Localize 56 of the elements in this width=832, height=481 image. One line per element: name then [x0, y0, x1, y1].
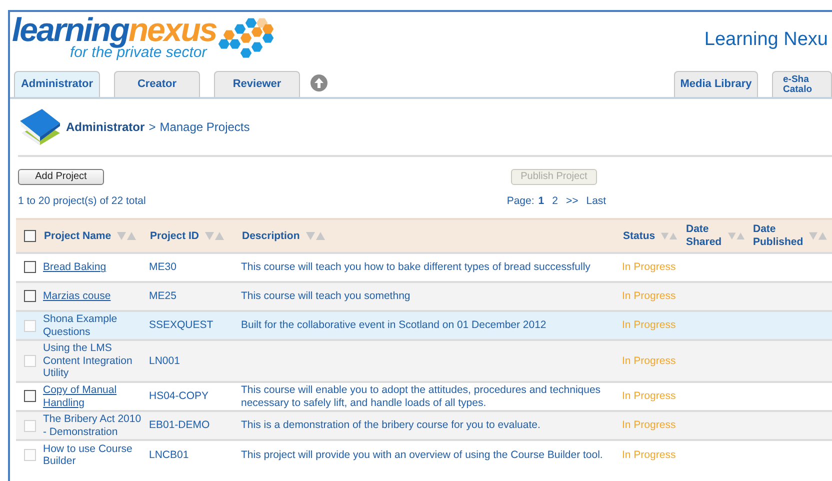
sort-icon[interactable] — [306, 232, 326, 240]
logo-text: learningnexus — [12, 14, 216, 46]
project-description: This project will provide you with an overview of using the Course Builder tool. — [241, 449, 603, 462]
project-description: This course will enable you to adopt the attitudes, procedures and techniques necessary to safely lift, and handle loads of all types. — [241, 384, 601, 409]
nav-tab[interactable]: Administrator — [14, 71, 100, 97]
project-id: LN001 — [149, 354, 180, 367]
result-count: 1 to 20 project(s) of 22 total — [18, 194, 146, 210]
project-id: ME25 — [149, 290, 176, 302]
project-link[interactable]: Bread Baking — [43, 261, 106, 274]
nav-tab[interactable]: Media Library — [674, 71, 758, 97]
status-label: In Progress — [622, 449, 676, 462]
site-title: Learning Nexu — [704, 28, 828, 52]
project-description: This course will teach you somethng — [241, 290, 410, 302]
status-label: In Progress — [622, 290, 676, 302]
row-checkbox[interactable] — [24, 290, 36, 302]
project-name: How to use Course Builder — [43, 442, 132, 468]
page-link[interactable]: 2 — [552, 194, 558, 210]
status-label: In Progress — [622, 390, 676, 402]
breadcrumb-separator: > — [148, 119, 156, 136]
row-checkbox[interactable] — [24, 261, 36, 274]
nav-tab[interactable]: Creator — [114, 71, 200, 97]
row-checkbox[interactable] — [24, 390, 36, 402]
project-id: ME30 — [149, 261, 176, 274]
status-label: In Progress — [622, 354, 676, 367]
breadcrumb-current: Manage Projects — [160, 119, 250, 136]
project-description: This course will teach you how to bake different types of bread successfully — [241, 261, 590, 274]
column-header[interactable]: Status — [623, 230, 656, 242]
nav-tab[interactable]: e-Sha Catalo — [772, 71, 832, 97]
project-link[interactable]: Copy of Manual Handling — [43, 384, 143, 410]
project-description: This is a demonstration of the bribery course for you to evaluate. — [241, 419, 540, 432]
sort-icon[interactable] — [809, 232, 828, 240]
sort-icon[interactable] — [205, 232, 226, 240]
project-id: LNCB01 — [149, 449, 189, 462]
sort-icon[interactable] — [661, 232, 678, 240]
project-description: Built for the collaborative event in Scotland on 01 December 2012 — [241, 319, 546, 332]
sort-icon[interactable] — [117, 232, 138, 240]
next-page-link[interactable]: >> — [566, 194, 578, 210]
status-label: In Progress — [622, 261, 676, 274]
project-name: Using the LMS Content Integration Utility — [43, 342, 132, 380]
status-label: In Progress — [622, 319, 676, 332]
status-label: In Progress — [622, 419, 676, 432]
current-page[interactable]: 1 — [538, 194, 544, 210]
last-page-link[interactable]: Last — [586, 194, 606, 210]
project-id: EB01-DEMO — [149, 419, 210, 432]
breadcrumb-link[interactable]: Administrator — [66, 118, 145, 136]
project-name: The Bribery Act 2010 - Demonstration — [43, 413, 142, 438]
project-name: Shona Example Questions — [43, 313, 118, 338]
books-icon — [18, 107, 62, 147]
project-id: HS04-COPY — [149, 390, 209, 402]
nav-tab[interactable]: Reviewer — [214, 71, 300, 97]
pagination-label: Page: — [506, 194, 534, 210]
add-project-button[interactable]: Add Project — [18, 169, 104, 185]
sort-icon[interactable] — [728, 232, 745, 240]
project-id: SSEXQUEST — [149, 319, 214, 332]
select-all-checkbox[interactable] — [24, 230, 36, 242]
column-header[interactable]: Description — [242, 230, 300, 242]
